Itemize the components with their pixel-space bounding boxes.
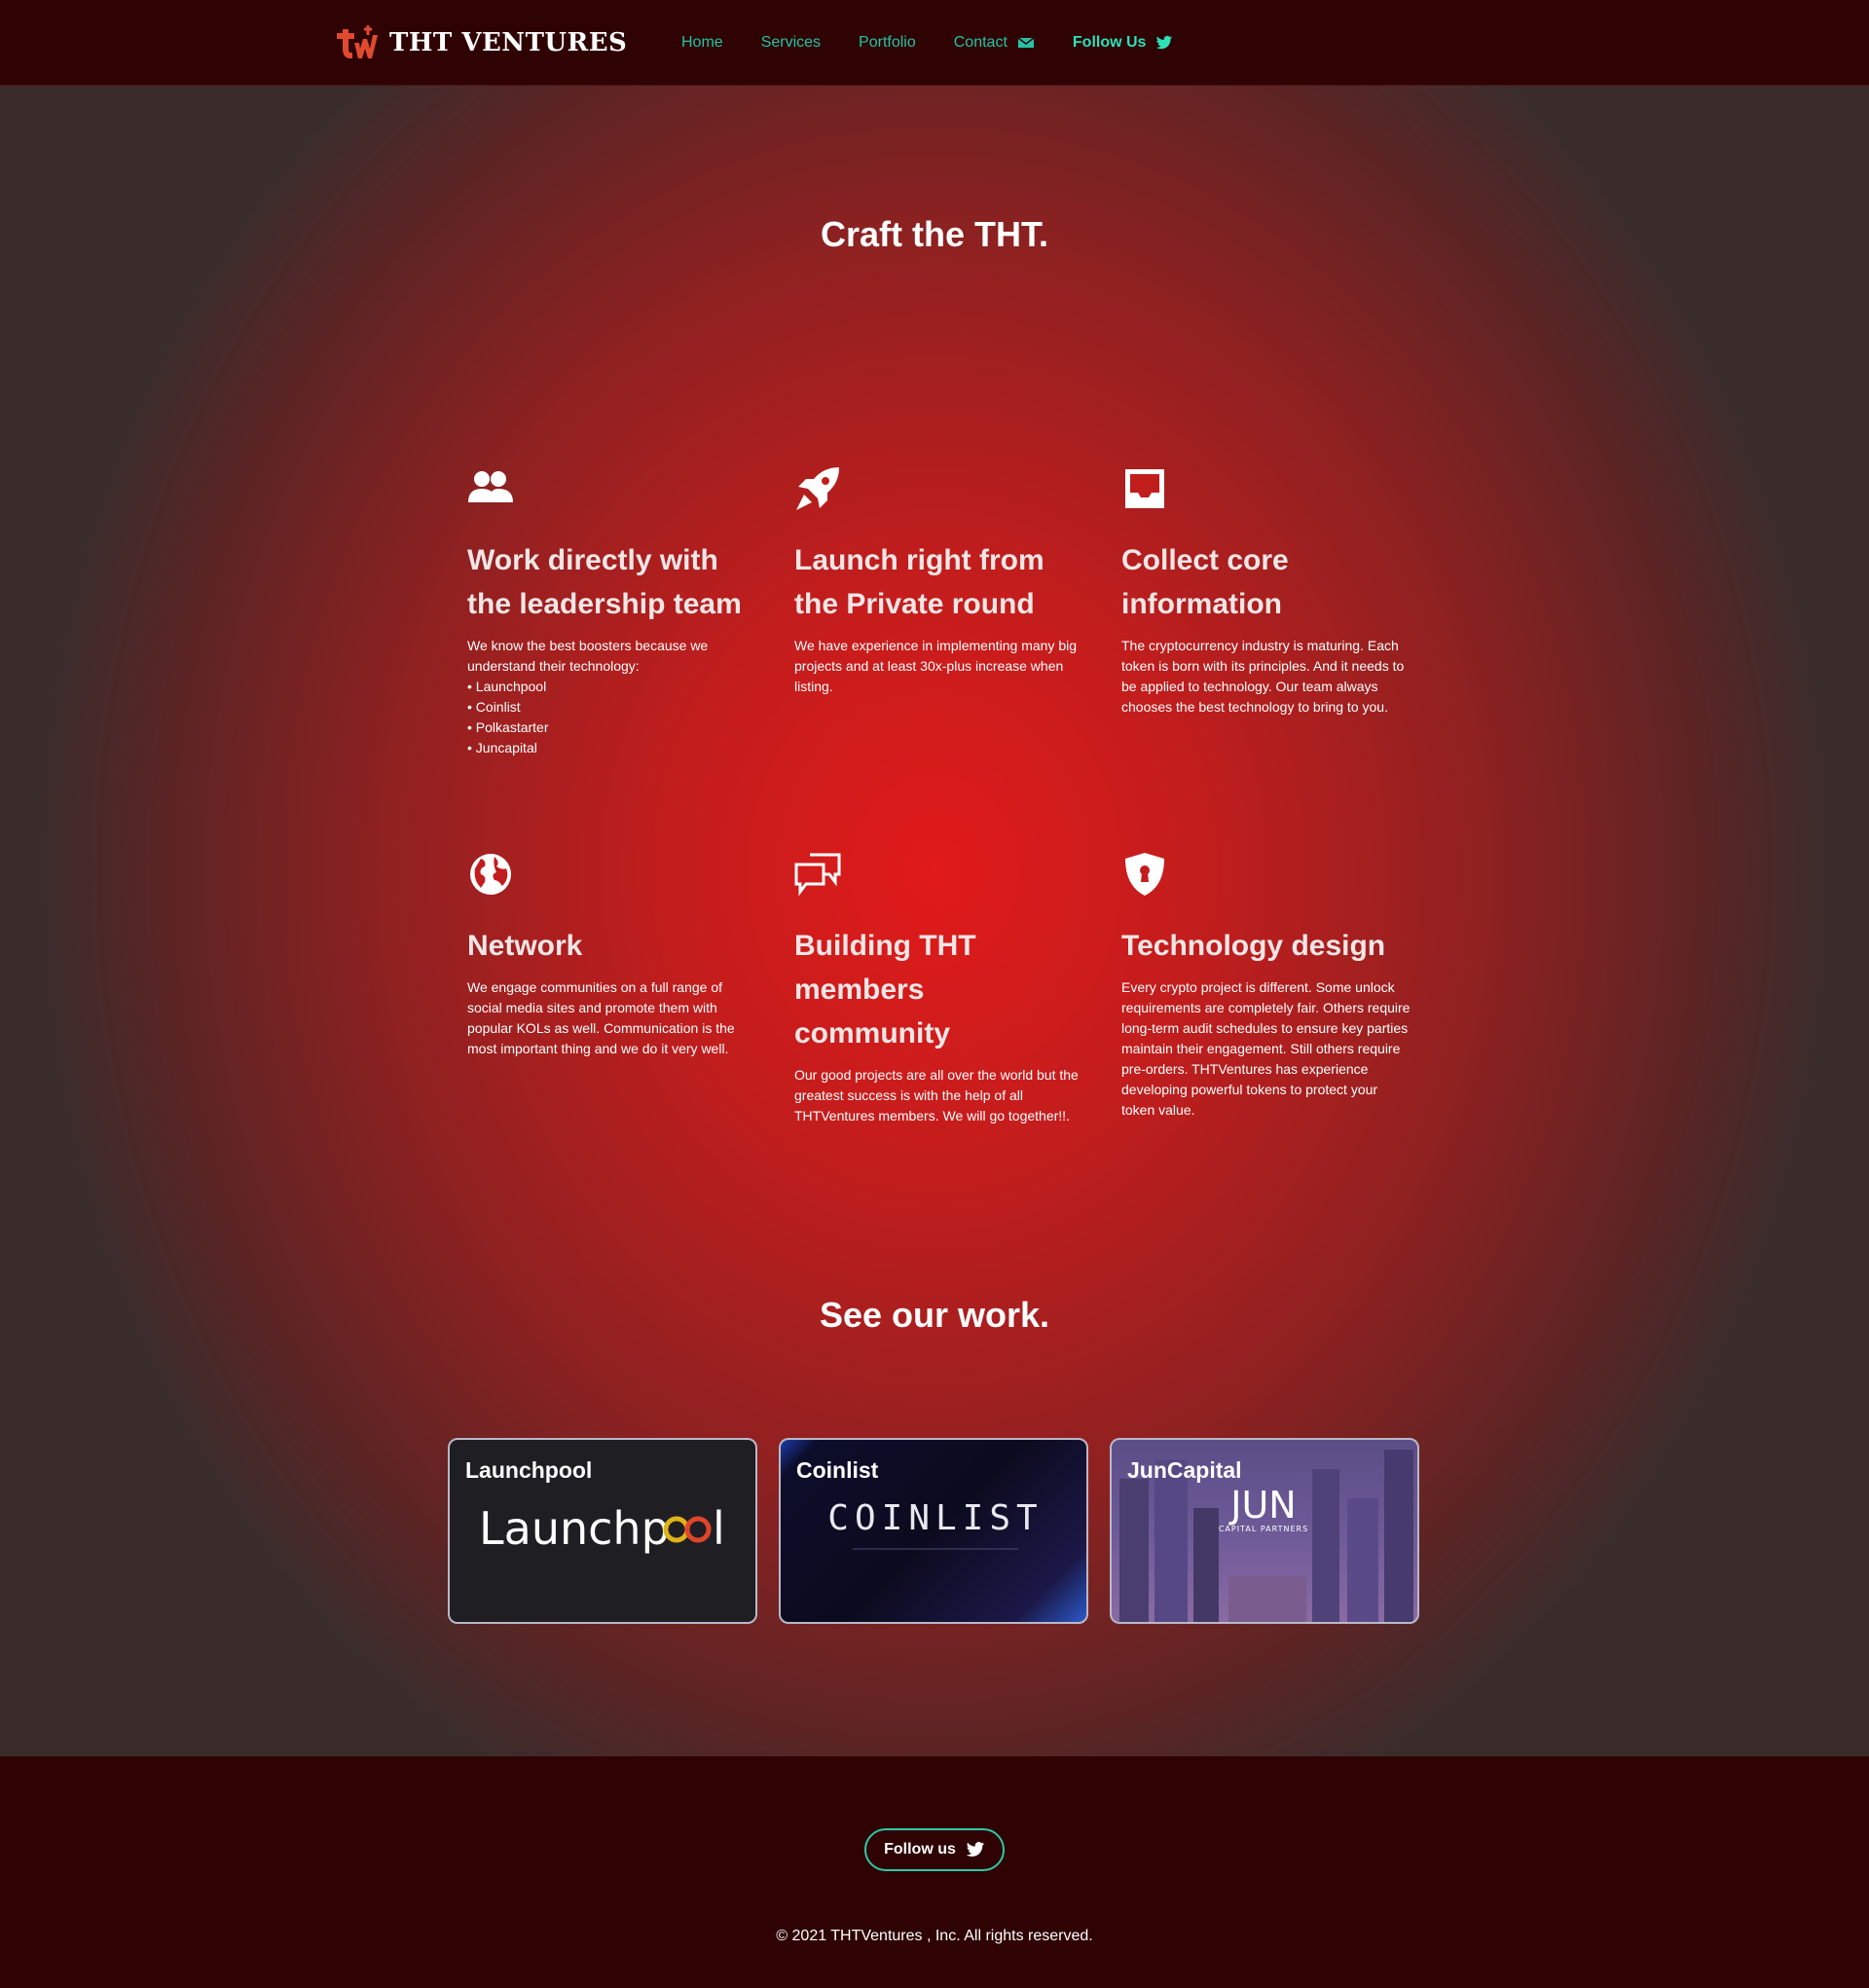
feature-description: We engage communities on a full range of…	[467, 979, 735, 1056]
feature-title-line: information	[1121, 588, 1282, 620]
brand-logo[interactable]: THT VENTURES	[335, 19, 627, 66]
list-item: Launchpool	[467, 677, 759, 697]
feature-private-round: Launch right from the Private round We h…	[794, 465, 1086, 697]
feature-core-info: Collect core information The cryptocurre…	[1121, 465, 1413, 718]
work-title: See our work.	[819, 1295, 1050, 1335]
list-item: Coinlist	[467, 697, 759, 718]
feature-title: Building THT members community	[794, 924, 1086, 1055]
nav-contact-link[interactable]: Contact	[954, 34, 1035, 52]
feature-title: Collect core information	[1121, 538, 1413, 626]
card-label: Launchpool	[465, 1457, 593, 1483]
nav-follow-label: Follow Us	[1072, 34, 1147, 51]
copyright-text: © 2021 THTVentures , Inc. All rights res…	[776, 1928, 1093, 1944]
portfolio-card-coinlist[interactable]: Coinlist COINLIST	[779, 1438, 1088, 1624]
feature-title: Work directly with the leadership team	[467, 538, 759, 626]
feature-community: Building THT members community Our good …	[794, 851, 1086, 1126]
feature-description: Our good projects are all over the world…	[794, 1067, 1079, 1123]
card-label: JunCapital	[1127, 1457, 1242, 1483]
svg-text:CAPITAL PARTNERS: CAPITAL PARTNERS	[1219, 1525, 1308, 1533]
nav-home-label: Home	[681, 34, 723, 51]
nav-portfolio-label: Portfolio	[859, 34, 916, 51]
feature-description: The cryptocurrency industry is maturing.…	[1121, 638, 1405, 715]
list-item: Polkastarter	[467, 718, 759, 738]
feature-title-line: Collect core	[1121, 544, 1289, 576]
svg-text:l: l	[713, 1502, 725, 1555]
svg-text:COINLIST: COINLIST	[827, 1498, 1043, 1538]
feature-title-line: Work directly with	[467, 544, 718, 576]
nav-follow-link[interactable]: Follow Us	[1073, 34, 1174, 52]
booster-list: Launchpool Coinlist Polkastarter Juncapi…	[467, 677, 759, 758]
nav-services-label: Services	[760, 34, 822, 51]
shield-lock-icon	[1125, 853, 1164, 896]
feature-title-line: the Private round	[794, 588, 1035, 620]
nav-home-link[interactable]: Home	[681, 34, 723, 52]
inbox-icon	[1125, 469, 1164, 508]
feature-description: We have experience in implementing many …	[794, 638, 1078, 694]
svg-text:JUN: JUN	[1228, 1484, 1296, 1527]
list-item: Juncapital	[467, 738, 759, 758]
feature-title-line: Launch right from	[794, 544, 1044, 576]
rocket-icon	[796, 467, 839, 510]
feature-title-line: Building THT	[794, 930, 976, 962]
nav-menu: Home Services Portfolio Contact Follow U…	[681, 29, 1211, 56]
card-label: Coinlist	[796, 1457, 879, 1483]
top-navbar: THT VENTURES Home Services Portfolio Con…	[0, 0, 1869, 86]
feature-leadership: Work directly with the leadership team W…	[467, 465, 759, 758]
follow-us-button[interactable]: Follow us	[864, 1828, 1005, 1871]
envelope-icon	[1017, 37, 1035, 48]
twitter-icon	[966, 1842, 985, 1857]
globe-icon	[470, 854, 511, 895]
feature-technology-design: Technology design Every crypto project i…	[1121, 851, 1413, 1121]
nav-services-link[interactable]: Services	[761, 34, 821, 52]
hero-title: Craft the THT.	[821, 214, 1048, 254]
portfolio-card-juncapital[interactable]: JunCapital JUN CAPITAL PARTNERS	[1110, 1438, 1419, 1624]
feature-title-line: the leadership team	[467, 588, 742, 620]
users-icon	[468, 471, 513, 502]
portfolio-card-launchpool[interactable]: Launchpool Launchp l	[448, 1438, 757, 1624]
site-footer: Follow us © 2021 THTVentures , Inc. All …	[0, 1756, 1869, 1988]
twitter-icon	[1156, 35, 1173, 50]
nav-portfolio-link[interactable]: Portfolio	[859, 34, 916, 52]
feature-title-line: Network	[467, 930, 583, 962]
feature-title: Launch right from the Private round	[794, 538, 1086, 626]
feature-title-line: Technology design	[1121, 930, 1386, 962]
feature-network: Network We engage communities on a full …	[467, 851, 759, 1059]
brand-name: THT VENTURES	[389, 28, 628, 57]
nav-contact-label: Contact	[953, 34, 1008, 51]
tw-monogram-icon	[337, 25, 378, 58]
feature-title: Technology design	[1121, 924, 1413, 968]
feature-description: Every crypto project is different. Some …	[1121, 979, 1411, 1118]
feature-title: Network	[467, 924, 759, 968]
feature-description: We know the best boosters because we und…	[467, 638, 709, 674]
follow-us-label: Follow us	[884, 1841, 956, 1858]
chat-bubbles-icon	[794, 853, 841, 897]
svg-text:Launchp: Launchp	[479, 1502, 670, 1555]
feature-title-line: members community	[794, 974, 951, 1049]
